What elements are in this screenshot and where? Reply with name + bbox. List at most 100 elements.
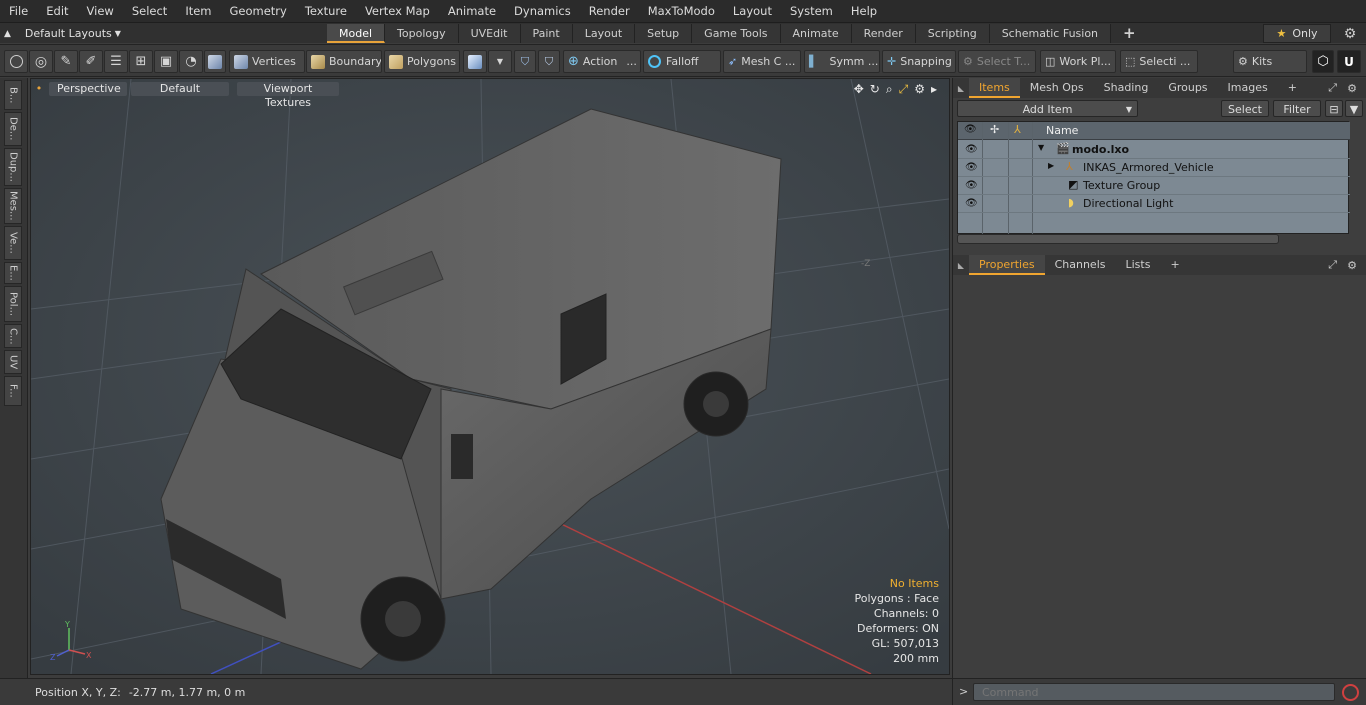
symmetry-button[interactable]: ▌ Symm ... (804, 50, 880, 73)
panel-gear-icon[interactable]: ⚙ (1347, 82, 1357, 95)
eye-icon[interactable]: 👁 (965, 162, 978, 174)
tab-schematic-fusion[interactable]: Schematic Fusion (989, 24, 1112, 43)
gear-icon[interactable]: ⚙ (1338, 24, 1362, 43)
3d-viewport[interactable]: • Perspective Default Viewport Textures … (30, 78, 950, 675)
item-row-directional-light[interactable]: 👁 ◗ Directional Light (958, 195, 1350, 213)
panel-expand-icon[interactable]: ⤢ (1328, 81, 1337, 95)
perspective-button[interactable]: Perspective (49, 82, 127, 96)
unity-button[interactable]: ⬡ (1312, 50, 1334, 73)
menu-view[interactable]: View (78, 4, 123, 18)
pan-icon[interactable]: ✥ (854, 82, 864, 97)
tab-groups[interactable]: Groups (1158, 78, 1217, 98)
brush-button[interactable]: ✐ (79, 50, 103, 73)
mesh-constraint-button[interactable]: ➶ Mesh C ... (723, 50, 801, 73)
zoom-icon[interactable]: ⌕ (886, 82, 893, 97)
add-panel-tab-icon[interactable]: + (1160, 255, 1189, 275)
eye-icon[interactable]: 👁 (965, 198, 978, 210)
snap-circle-button[interactable]: ◔ (179, 50, 203, 73)
tab-mesh-ops[interactable]: Mesh Ops (1020, 78, 1094, 98)
tab-images[interactable]: Images (1218, 78, 1278, 98)
collapse-arrow-icon[interactable]: ▼ (1038, 143, 1044, 152)
boundary-button[interactable]: Boundary (306, 50, 382, 73)
filter-button[interactable]: Filter (1273, 100, 1321, 117)
polygons-button[interactable]: Polygons (384, 50, 460, 73)
vtab-curve[interactable]: C... (4, 324, 22, 348)
tab-channels[interactable]: Channels (1045, 255, 1116, 275)
frame-button[interactable]: ▣ (154, 50, 178, 73)
falloff-button[interactable]: Falloff (643, 50, 721, 73)
snapping-button[interactable]: ✛ Snapping (882, 50, 956, 73)
tab-scripting[interactable]: Scripting (915, 24, 990, 43)
action-center-button[interactable]: ⊕ Action... (563, 50, 641, 73)
tab-items[interactable]: Items (969, 78, 1020, 98)
align-button[interactable]: ☰ (104, 50, 128, 73)
center-button[interactable]: ⊞ (129, 50, 153, 73)
vtab-basic[interactable]: B... (4, 80, 22, 110)
add-tab-plus-icon[interactable]: + (1111, 24, 1148, 43)
command-input[interactable] (973, 683, 1335, 701)
viewport-textures-button[interactable]: Viewport Textures (237, 82, 339, 109)
tab-shading[interactable]: Shading (1094, 78, 1159, 98)
collapse-icon[interactable]: ⊟ (1325, 100, 1343, 117)
funnel-icon[interactable]: ▼ (1345, 100, 1363, 117)
unreal-button[interactable]: U (1337, 50, 1361, 73)
select-button[interactable]: Select (1221, 100, 1269, 117)
panel-menu-icon[interactable]: ◣ (953, 261, 969, 270)
maximize-icon[interactable]: ⤢ (899, 82, 909, 97)
item-row-texture-group[interactable]: 👁 ◩ Texture Group (958, 177, 1350, 195)
symmetry-shield-button[interactable]: ⛉ (514, 50, 536, 73)
viewport-expand-icon[interactable]: ▸ (931, 82, 937, 97)
add-item-button[interactable]: Add Item ▼ (957, 100, 1138, 117)
menu-texture[interactable]: Texture (296, 4, 356, 18)
menu-animate[interactable]: Animate (439, 4, 505, 18)
work-plane-button[interactable]: ◫ Work Pl... (1040, 50, 1116, 73)
select-circle-button[interactable] (4, 50, 28, 73)
panel-menu-icon[interactable]: ◣ (953, 84, 969, 93)
pen-button[interactable]: ✎ (54, 50, 78, 73)
vtab-uv[interactable]: UV (4, 350, 22, 374)
tab-setup[interactable]: Setup (635, 24, 693, 43)
rotate-icon[interactable]: ↻ (870, 82, 880, 97)
eye-icon[interactable]: 👁 (965, 144, 978, 156)
default-layouts-dropdown[interactable]: ▲ Default Layouts ▼ (4, 25, 121, 42)
viewport-menu-dot-icon[interactable]: • (35, 82, 43, 96)
panel-expand-icon[interactable]: ⤢ (1328, 258, 1337, 272)
menu-render[interactable]: Render (580, 4, 639, 18)
panel-gear-icon[interactable]: ⚙ (1347, 259, 1357, 272)
shading-default-button[interactable]: Default (131, 82, 229, 96)
tab-paint[interactable]: Paint (520, 24, 573, 43)
vtab-deform[interactable]: De... (4, 112, 22, 146)
vtab-mesh-edit[interactable]: Mes... (4, 188, 22, 224)
vertices-button[interactable]: Vertices (229, 50, 305, 73)
item-row-modo-lxo[interactable]: 👁 ▼ 🎬 modo.lxo (958, 141, 1350, 159)
only-button[interactable]: ★ Only (1263, 24, 1331, 43)
menu-help[interactable]: Help (842, 4, 886, 18)
tab-render[interactable]: Render (851, 24, 916, 43)
record-circle-icon[interactable] (1342, 684, 1359, 701)
items-horizontal-scrollbar[interactable] (957, 234, 1279, 244)
add-panel-tab-icon[interactable]: + (1278, 78, 1307, 98)
menu-dynamics[interactable]: Dynamics (505, 4, 580, 18)
globe-button[interactable]: ◎ (29, 50, 53, 73)
item-mode-button[interactable] (204, 50, 226, 73)
tab-animate[interactable]: Animate (780, 24, 852, 43)
menu-select[interactable]: Select (123, 4, 176, 18)
viewport-settings-icon[interactable]: ⚙ (914, 82, 925, 97)
menu-system[interactable]: System (781, 4, 842, 18)
tab-lists[interactable]: Lists (1116, 255, 1161, 275)
vtab-duplicate[interactable]: Dup... (4, 148, 22, 186)
menu-edit[interactable]: Edit (37, 4, 77, 18)
menu-item[interactable]: Item (176, 4, 220, 18)
vtab-edge[interactable]: E... (4, 262, 22, 284)
selection-sets-button[interactable]: ⬚ Selecti ... (1120, 50, 1198, 73)
tab-properties[interactable]: Properties (969, 255, 1045, 275)
select-through-button[interactable]: ⚙ Select T... (958, 50, 1036, 73)
tab-layout[interactable]: Layout (572, 24, 636, 43)
vtab-fusion[interactable]: F... (4, 376, 22, 406)
symmetry-shield2-button[interactable]: ⛉ (538, 50, 560, 73)
tab-topology[interactable]: Topology (385, 24, 459, 43)
menu-maxtomodo[interactable]: MaxToModo (639, 4, 724, 18)
vtab-polygon[interactable]: Pol... (4, 286, 22, 322)
kits-button[interactable]: ⚙ Kits (1233, 50, 1307, 73)
material-mode-button[interactable] (463, 50, 487, 73)
